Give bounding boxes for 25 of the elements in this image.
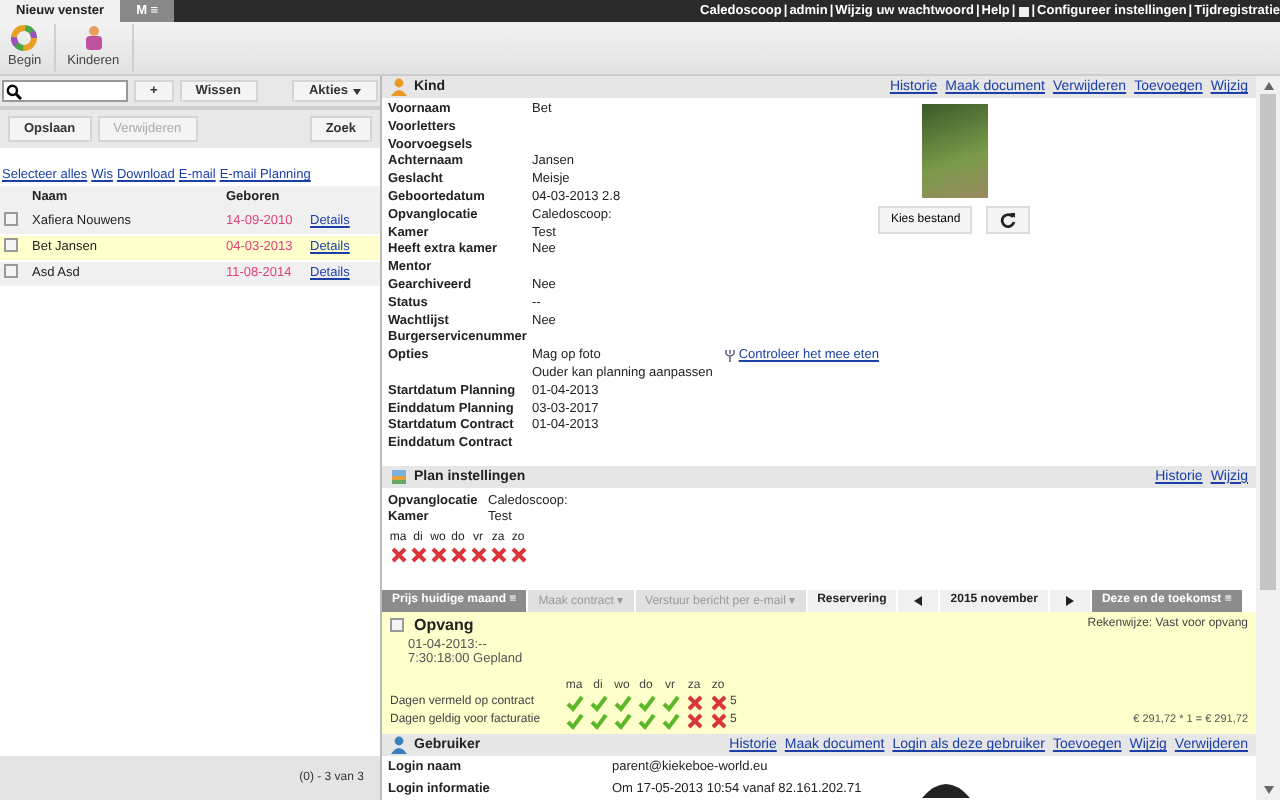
checkbox[interactable] [4,238,18,252]
scroll-up-icon [1263,82,1273,90]
avatar-icon [921,781,970,797]
person-icon [390,78,408,96]
fork-icon [724,348,737,363]
section-title: Opvang [414,615,474,634]
caret-icon [352,87,362,95]
refresh-icon [1000,212,1017,228]
checkbox[interactable] [4,211,18,226]
checkbox[interactable] [4,264,18,278]
photo-placeholder [921,104,988,198]
search-field[interactable] [2,80,128,102]
previous-button[interactable] [898,589,941,612]
checkbox[interactable] [390,617,404,632]
refresh-button[interactable] [986,206,1031,234]
right-triangle-icon [1065,595,1074,606]
next-button[interactable] [1049,589,1092,612]
left-triangle-icon [914,595,923,606]
stack-icon [390,467,408,486]
scroll-down-icon [1263,786,1273,794]
search-icon [6,83,22,99]
ring-icon [10,24,39,52]
scrollbar-thumb[interactable] [1260,94,1276,590]
grid-icon [1017,5,1030,17]
person-icon [390,736,408,754]
